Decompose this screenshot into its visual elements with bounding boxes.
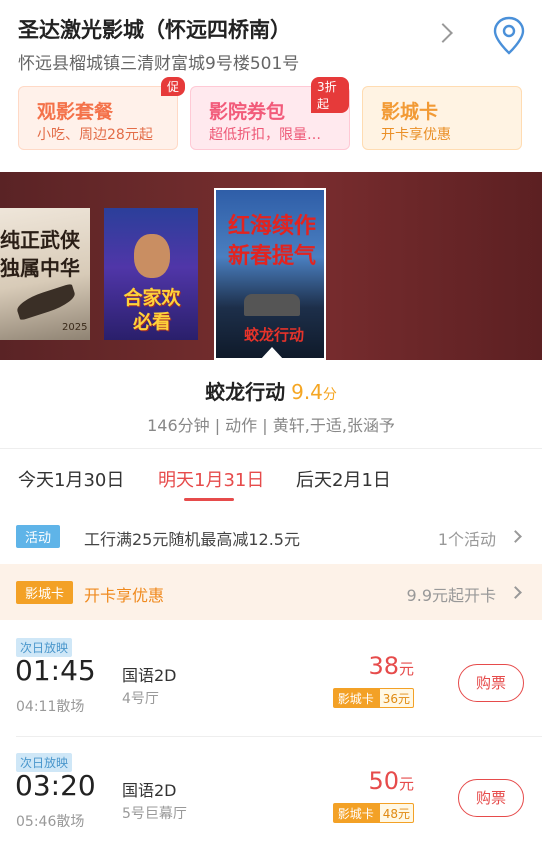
movie-name: 蛟龙行动 xyxy=(205,380,286,404)
poster-text: 合家欢 必看 xyxy=(123,287,181,333)
movie-meta: 146分钟 | 动作 | 黄轩,于适,张涵予 xyxy=(147,416,395,435)
end-time: 05:46散场 xyxy=(16,814,85,830)
location-pin-icon[interactable] xyxy=(492,16,526,56)
card-title: 观影套餐 xyxy=(37,101,114,123)
promo-badge: 促 xyxy=(161,77,186,96)
score-unit: 分 xyxy=(322,387,337,403)
card-price-badge: 影城卡 48元 xyxy=(332,803,414,823)
hall-name: 5号巨幕厅 xyxy=(122,806,187,822)
card-subtitle: 开卡享优惠 xyxy=(381,127,451,143)
eagle-image xyxy=(14,283,78,321)
active-tab-indicator xyxy=(184,498,234,501)
end-time: 04:11散场 xyxy=(16,699,85,715)
poster-year: 2025 xyxy=(62,322,88,333)
tab-tomorrow[interactable]: 明天1月31日 xyxy=(158,466,264,492)
chevron-right-icon xyxy=(509,530,522,543)
chevron-right-icon[interactable] xyxy=(433,23,453,43)
card-price-badge: 影城卡 36元 xyxy=(332,688,414,708)
cinema-card-text: 开卡享优惠 xyxy=(84,586,165,605)
hall-name: 4号厅 xyxy=(122,691,159,707)
movie-title-row: 蛟龙行动 9.4分 xyxy=(0,376,542,405)
poster-text: 纯正武侠 独属中华 xyxy=(0,228,80,280)
movie-poster[interactable]: 纯正武侠 独属中华 2025 xyxy=(0,208,90,340)
chevron-right-icon xyxy=(509,586,522,599)
service-cards: 观影套餐 小吃、周边28元起 促 影院券包 超低折扣，限量… 3折起 影城卡 开… xyxy=(18,77,524,150)
buy-ticket-button[interactable]: 购票 xyxy=(458,779,524,817)
poster-logo: 蛟龙行动 xyxy=(244,326,305,344)
character-image xyxy=(134,234,170,278)
cinema-header[interactable]: 圣达激光影城（怀远四桥南） 怀远县榴城镇三清财富城9号楼501号 xyxy=(0,0,542,80)
activity-row[interactable]: 活动 工行满25元随机最高减12.5元 1个活动 xyxy=(0,508,542,564)
cinema-card-card[interactable]: 影城卡 开卡享优惠 xyxy=(362,86,522,150)
buy-ticket-button[interactable]: 购票 xyxy=(458,664,524,702)
showtime-row[interactable]: 次日放映 03:20 05:46散场 国语2D 5号巨幕厅 50元 影城卡 48元… xyxy=(0,737,542,851)
movie-poster[interactable]: 合家欢 必看 xyxy=(104,208,198,340)
divider xyxy=(0,448,542,449)
cinema-card-price: 9.9元起开卡 xyxy=(406,586,496,605)
ticket-price: 38元 xyxy=(368,652,414,680)
poster-text: 红海续作 新春提气 xyxy=(227,214,316,269)
card-title: 影城卡 xyxy=(381,101,439,123)
language-format: 国语2D xyxy=(122,666,177,685)
showtime-row[interactable]: 次日放映 01:45 04:11散场 国语2D 4号厅 38元 影城卡 36元 购… xyxy=(0,622,542,736)
tab-day-after[interactable]: 后天2月1日 xyxy=(296,466,391,492)
cinema-address: 怀远县榴城镇三清财富城9号楼501号 xyxy=(18,54,300,74)
cinema-card-row[interactable]: 影城卡 开卡享优惠 9.9元起开卡 xyxy=(0,564,542,620)
activity-text: 工行满25元随机最高减12.5元 xyxy=(84,530,300,549)
selected-indicator-icon xyxy=(260,347,284,360)
selected-movie-poster[interactable]: 红海续作 新春提气 蛟龙行动 xyxy=(214,188,326,360)
tab-today[interactable]: 今天1月30日 xyxy=(18,466,124,492)
ticket-price: 50元 xyxy=(368,767,414,795)
snack-package-card[interactable]: 观影套餐 小吃、周边28元起 促 xyxy=(18,77,186,150)
activity-count: 1个活动 xyxy=(437,530,496,549)
start-time: 03:20 xyxy=(15,769,96,802)
cinema-name[interactable]: 圣达激光影城（怀远四桥南） xyxy=(18,14,291,44)
coupon-package-card[interactable]: 影院券包 超低折扣，限量… 3折起 xyxy=(190,77,350,150)
cinema-card-tag: 影城卡 xyxy=(16,581,74,604)
language-format: 国语2D xyxy=(122,781,177,800)
discount-badge: 3折起 xyxy=(311,77,349,113)
activity-tag: 活动 xyxy=(16,525,61,548)
movie-poster-carousel[interactable]: 纯正武侠 独属中华 2025 合家欢 必看 红海续作 新春提气 蛟龙行动 xyxy=(0,172,542,360)
submarine-image xyxy=(244,294,300,316)
date-tabs: 今天1月30日 明天1月31日 后天2月1日 xyxy=(0,450,542,508)
movie-score: 9.4 xyxy=(291,380,323,404)
card-title: 影院券包 xyxy=(209,101,286,123)
start-time: 01:45 xyxy=(15,654,96,687)
card-subtitle: 小吃、周边28元起 xyxy=(37,127,153,143)
card-subtitle: 超低折扣，限量… xyxy=(209,127,321,143)
